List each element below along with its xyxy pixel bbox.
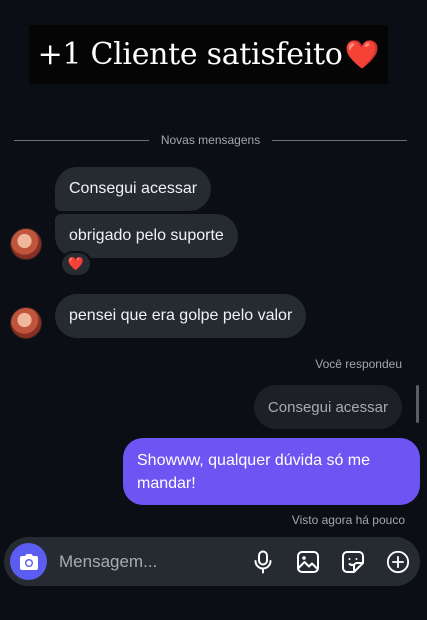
message-composer — [4, 537, 420, 586]
camera-button[interactable] — [10, 543, 47, 580]
plus-icon — [386, 550, 410, 573]
sender-avatar[interactable] — [10, 307, 42, 339]
quoted-reply-bubble[interactable]: Consegui acessar — [253, 385, 402, 429]
microphone-icon — [254, 550, 272, 573]
sender-avatar[interactable] — [10, 228, 42, 260]
incoming-message-1[interactable]: Consegui acessar — [55, 167, 212, 211]
scrollbar-thumb[interactable] — [416, 385, 419, 423]
replied-label: Você respondeu — [315, 357, 402, 371]
incoming-message-3[interactable]: pensei que era golpe pelo valor — [55, 294, 307, 338]
heart-reaction-emoji: ❤️ — [67, 256, 85, 271]
microphone-button[interactable] — [251, 550, 275, 574]
outgoing-message[interactable]: Showww, qualquer dúvida só me mandar! — [123, 438, 420, 505]
heart-reaction[interactable]: ❤️ — [60, 251, 92, 277]
new-messages-divider: Novas mensagens — [14, 131, 408, 149]
message-input[interactable] — [59, 551, 230, 572]
heart-emoji: ❤️ — [344, 39, 380, 70]
sticker-icon — [342, 550, 364, 573]
divider-line-right — [272, 139, 408, 141]
camera-icon — [19, 553, 38, 570]
new-messages-label: Novas mensagens — [160, 133, 261, 147]
caption-banner: +1 Cliente satisfeito ❤️ — [29, 25, 388, 84]
gallery-button[interactable] — [296, 550, 320, 574]
image-icon — [297, 550, 319, 573]
sticker-button[interactable] — [341, 550, 365, 574]
caption-text: +1 Cliente satisfeito — [37, 37, 343, 72]
seen-status: Visto agora há pouco — [291, 513, 405, 527]
divider-line-left — [14, 139, 149, 141]
more-options-button[interactable] — [386, 550, 410, 574]
